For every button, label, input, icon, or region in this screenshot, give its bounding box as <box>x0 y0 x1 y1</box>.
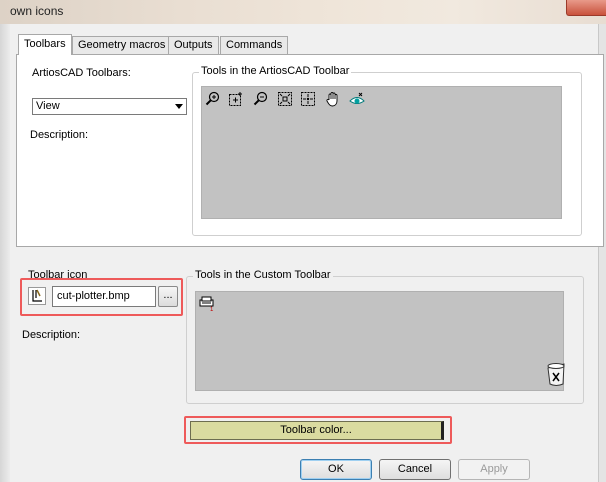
browse-button[interactable]: ... <box>158 286 178 307</box>
chevron-down-icon <box>175 104 183 109</box>
cut-plotter-icon <box>28 287 46 305</box>
description-label: Description: <box>30 129 89 141</box>
toolbar-select-value: View <box>36 100 60 112</box>
zoom-in-icon[interactable] <box>205 91 221 107</box>
zoom-extents-icon[interactable] <box>300 91 316 107</box>
group-title: Tools in the Custom Toolbar <box>193 269 333 281</box>
group-title: Tools in the ArtiosCAD Toolbar <box>199 65 352 77</box>
custom-description-label: Description: <box>22 329 81 341</box>
artioscad-toolbars-label: ArtiosCAD Toolbars: <box>32 67 131 79</box>
toolbar-select[interactable]: View <box>32 98 187 115</box>
custom-tools-area <box>195 291 564 391</box>
icon-file-field[interactable]: cut-plotter.bmp <box>52 286 156 307</box>
zoom-fit-icon[interactable] <box>277 91 293 107</box>
ok-button[interactable]: OK <box>300 459 372 480</box>
toolbar-color-button[interactable]: Toolbar color... <box>190 421 444 440</box>
icon-file-value: cut-plotter.bmp <box>57 290 130 302</box>
apply-button[interactable]: Apply <box>458 459 530 480</box>
view-eye-icon[interactable] <box>349 91 365 107</box>
zoom-out-icon[interactable] <box>253 91 269 107</box>
cancel-button[interactable]: Cancel <box>379 459 451 480</box>
cut-plotter-tool-icon[interactable]: 1 <box>199 296 217 312</box>
trash-icon[interactable] <box>542 360 570 388</box>
svg-text:1: 1 <box>210 307 214 312</box>
pan-hand-icon[interactable] <box>325 91 341 107</box>
zoom-box-icon[interactable] <box>228 91 244 107</box>
